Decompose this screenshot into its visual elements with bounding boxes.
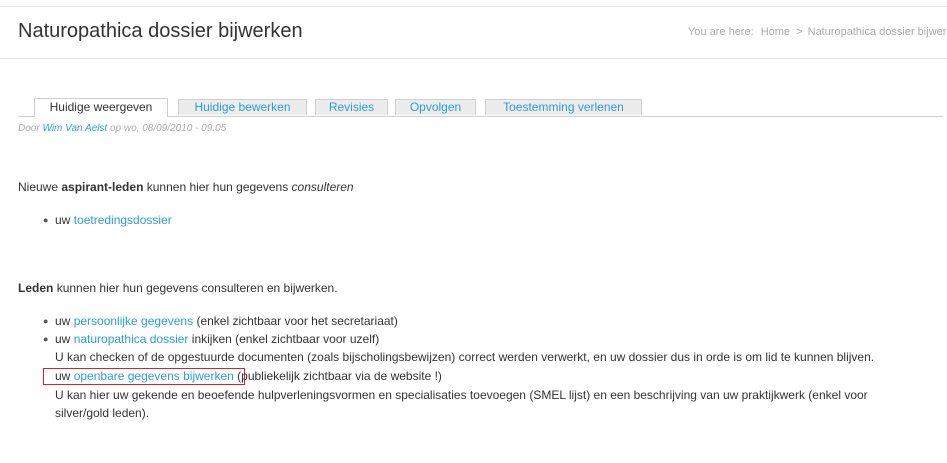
- breadcrumb-prefix: You are here:: [688, 26, 754, 38]
- aspirant-intro-bold: aspirant-leden: [61, 180, 144, 194]
- submitted-info: Door Wim Van Aelst op wo, 08/09/2010 - 0…: [18, 123, 226, 134]
- breadcrumb-current: Naturopathica dossier bijwer: [807, 26, 947, 38]
- tab-huidige-bewerken[interactable]: Huidige bewerken: [178, 99, 307, 115]
- title-divider: [0, 58, 947, 59]
- highlight-box: [43, 368, 245, 385]
- list-item-prefix: uw: [55, 332, 71, 346]
- leden-intro-text: kunnen hier hun gegevens consulteren en …: [56, 281, 338, 295]
- submitted-date: op wo, 08/09/2010 - 09:05: [110, 123, 227, 134]
- list-item-suffix: (publiekelijk zichtbaar via de website !…: [237, 369, 442, 383]
- smel-note: U kan hier uw gekende en beoefende hulpv…: [55, 388, 868, 420]
- naturopathica-dossier-link[interactable]: naturopathica dossier: [74, 332, 189, 346]
- aspirant-intro-text-b: kunnen hier hun gegevens: [146, 180, 289, 194]
- list-item-naturopathica-dossier: uw naturopathica dossier inkijken (enkel…: [55, 332, 379, 346]
- list-item-toetredingsdossier: uw toetredingsdossier: [55, 213, 172, 227]
- aspirant-intro: Nieuwe aspirant-leden kunnen hier hun ge…: [18, 180, 354, 194]
- bullet-icon: ●: [43, 316, 49, 326]
- leden-intro: Leden kunnen hier hun gegevens consulter…: [18, 281, 338, 295]
- list-item-prefix: uw: [55, 213, 71, 227]
- persoonlijke-gegevens-link[interactable]: persoonlijke gegevens: [74, 314, 193, 328]
- breadcrumb: You are here: Home > Naturopathica dossi…: [688, 26, 946, 38]
- toetredingsdossier-link[interactable]: toetredingsdossier: [74, 213, 172, 227]
- tab-bar: Huidige weergeven Huidige bewerken Revis…: [18, 98, 943, 117]
- bullet-icon: ●: [43, 215, 49, 225]
- submitted-prefix: Door: [18, 123, 40, 134]
- list-item-persoonlijke-gegevens: uw persoonlijke gegevens (enkel zichtbaa…: [55, 314, 398, 328]
- breadcrumb-separator: >: [796, 26, 803, 38]
- list-item-suffix: inkijken (enkel zichtbaar voor uzelf): [191, 332, 380, 346]
- aspirant-intro-italic: consulteren: [291, 180, 354, 194]
- tab-opvolgen[interactable]: Opvolgen: [395, 99, 476, 115]
- author-link[interactable]: Wim Van Aelst: [42, 123, 107, 134]
- tab-huidige-weergeven[interactable]: Huidige weergeven: [34, 98, 168, 117]
- page-title: Naturopathica dossier bijwerken: [18, 20, 303, 42]
- leden-intro-bold: Leden: [18, 281, 54, 295]
- top-divider: [0, 6, 947, 7]
- dossier-note: U kan checken of de opgestuurde document…: [55, 350, 875, 364]
- breadcrumb-home-link[interactable]: Home: [761, 26, 790, 38]
- aspirant-intro-text-a: Nieuwe: [18, 180, 59, 194]
- tab-toestemming-verlenen[interactable]: Toestemming verlenen: [485, 99, 642, 115]
- bullet-icon: ●: [43, 334, 49, 344]
- list-item-suffix: (enkel zichtbaar voor het secretariaat): [196, 314, 398, 328]
- tab-revisies[interactable]: Revisies: [315, 99, 388, 115]
- list-item-prefix: uw: [55, 314, 71, 328]
